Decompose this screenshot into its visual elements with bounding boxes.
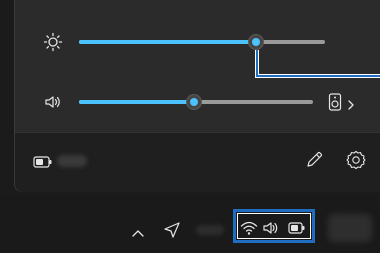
- volume-slider[interactable]: [79, 94, 313, 110]
- battery-icon[interactable]: [33, 154, 53, 168]
- chevron-up-icon[interactable]: [130, 224, 146, 237]
- location-icon[interactable]: [163, 221, 181, 239]
- battery-percentage-obscured: [57, 155, 87, 167]
- system-tray-button[interactable]: [232, 210, 314, 246]
- taskbar: [0, 196, 380, 253]
- speaker-icon[interactable]: [43, 92, 63, 112]
- volume-slider-fill: [79, 100, 194, 104]
- obscured-tray-item: [196, 225, 224, 235]
- brightness-slider-fill: [79, 40, 257, 44]
- brightness-row: [15, 30, 380, 54]
- battery-icon: [288, 220, 306, 236]
- speaker-icon: [262, 220, 280, 236]
- quick-settings-flyout: [14, 0, 380, 192]
- brightness-slider[interactable]: [79, 34, 325, 50]
- wifi-icon: [240, 220, 258, 236]
- brightness-slider-thumb[interactable]: [248, 34, 265, 50]
- obscured-clock: [328, 214, 372, 242]
- chevron-right-icon: [347, 96, 355, 115]
- volume-row: [15, 90, 380, 114]
- brightness-icon: [43, 32, 63, 52]
- quick-settings-footer: [15, 132, 380, 192]
- screen: [0, 0, 380, 253]
- volume-slider-thumb[interactable]: [185, 94, 202, 110]
- output-device-button[interactable]: [328, 92, 358, 112]
- pencil-icon[interactable]: [303, 149, 325, 171]
- gear-icon[interactable]: [345, 149, 367, 171]
- quick-settings-sliders: [15, 0, 380, 132]
- speaker-output-icon: [328, 93, 342, 115]
